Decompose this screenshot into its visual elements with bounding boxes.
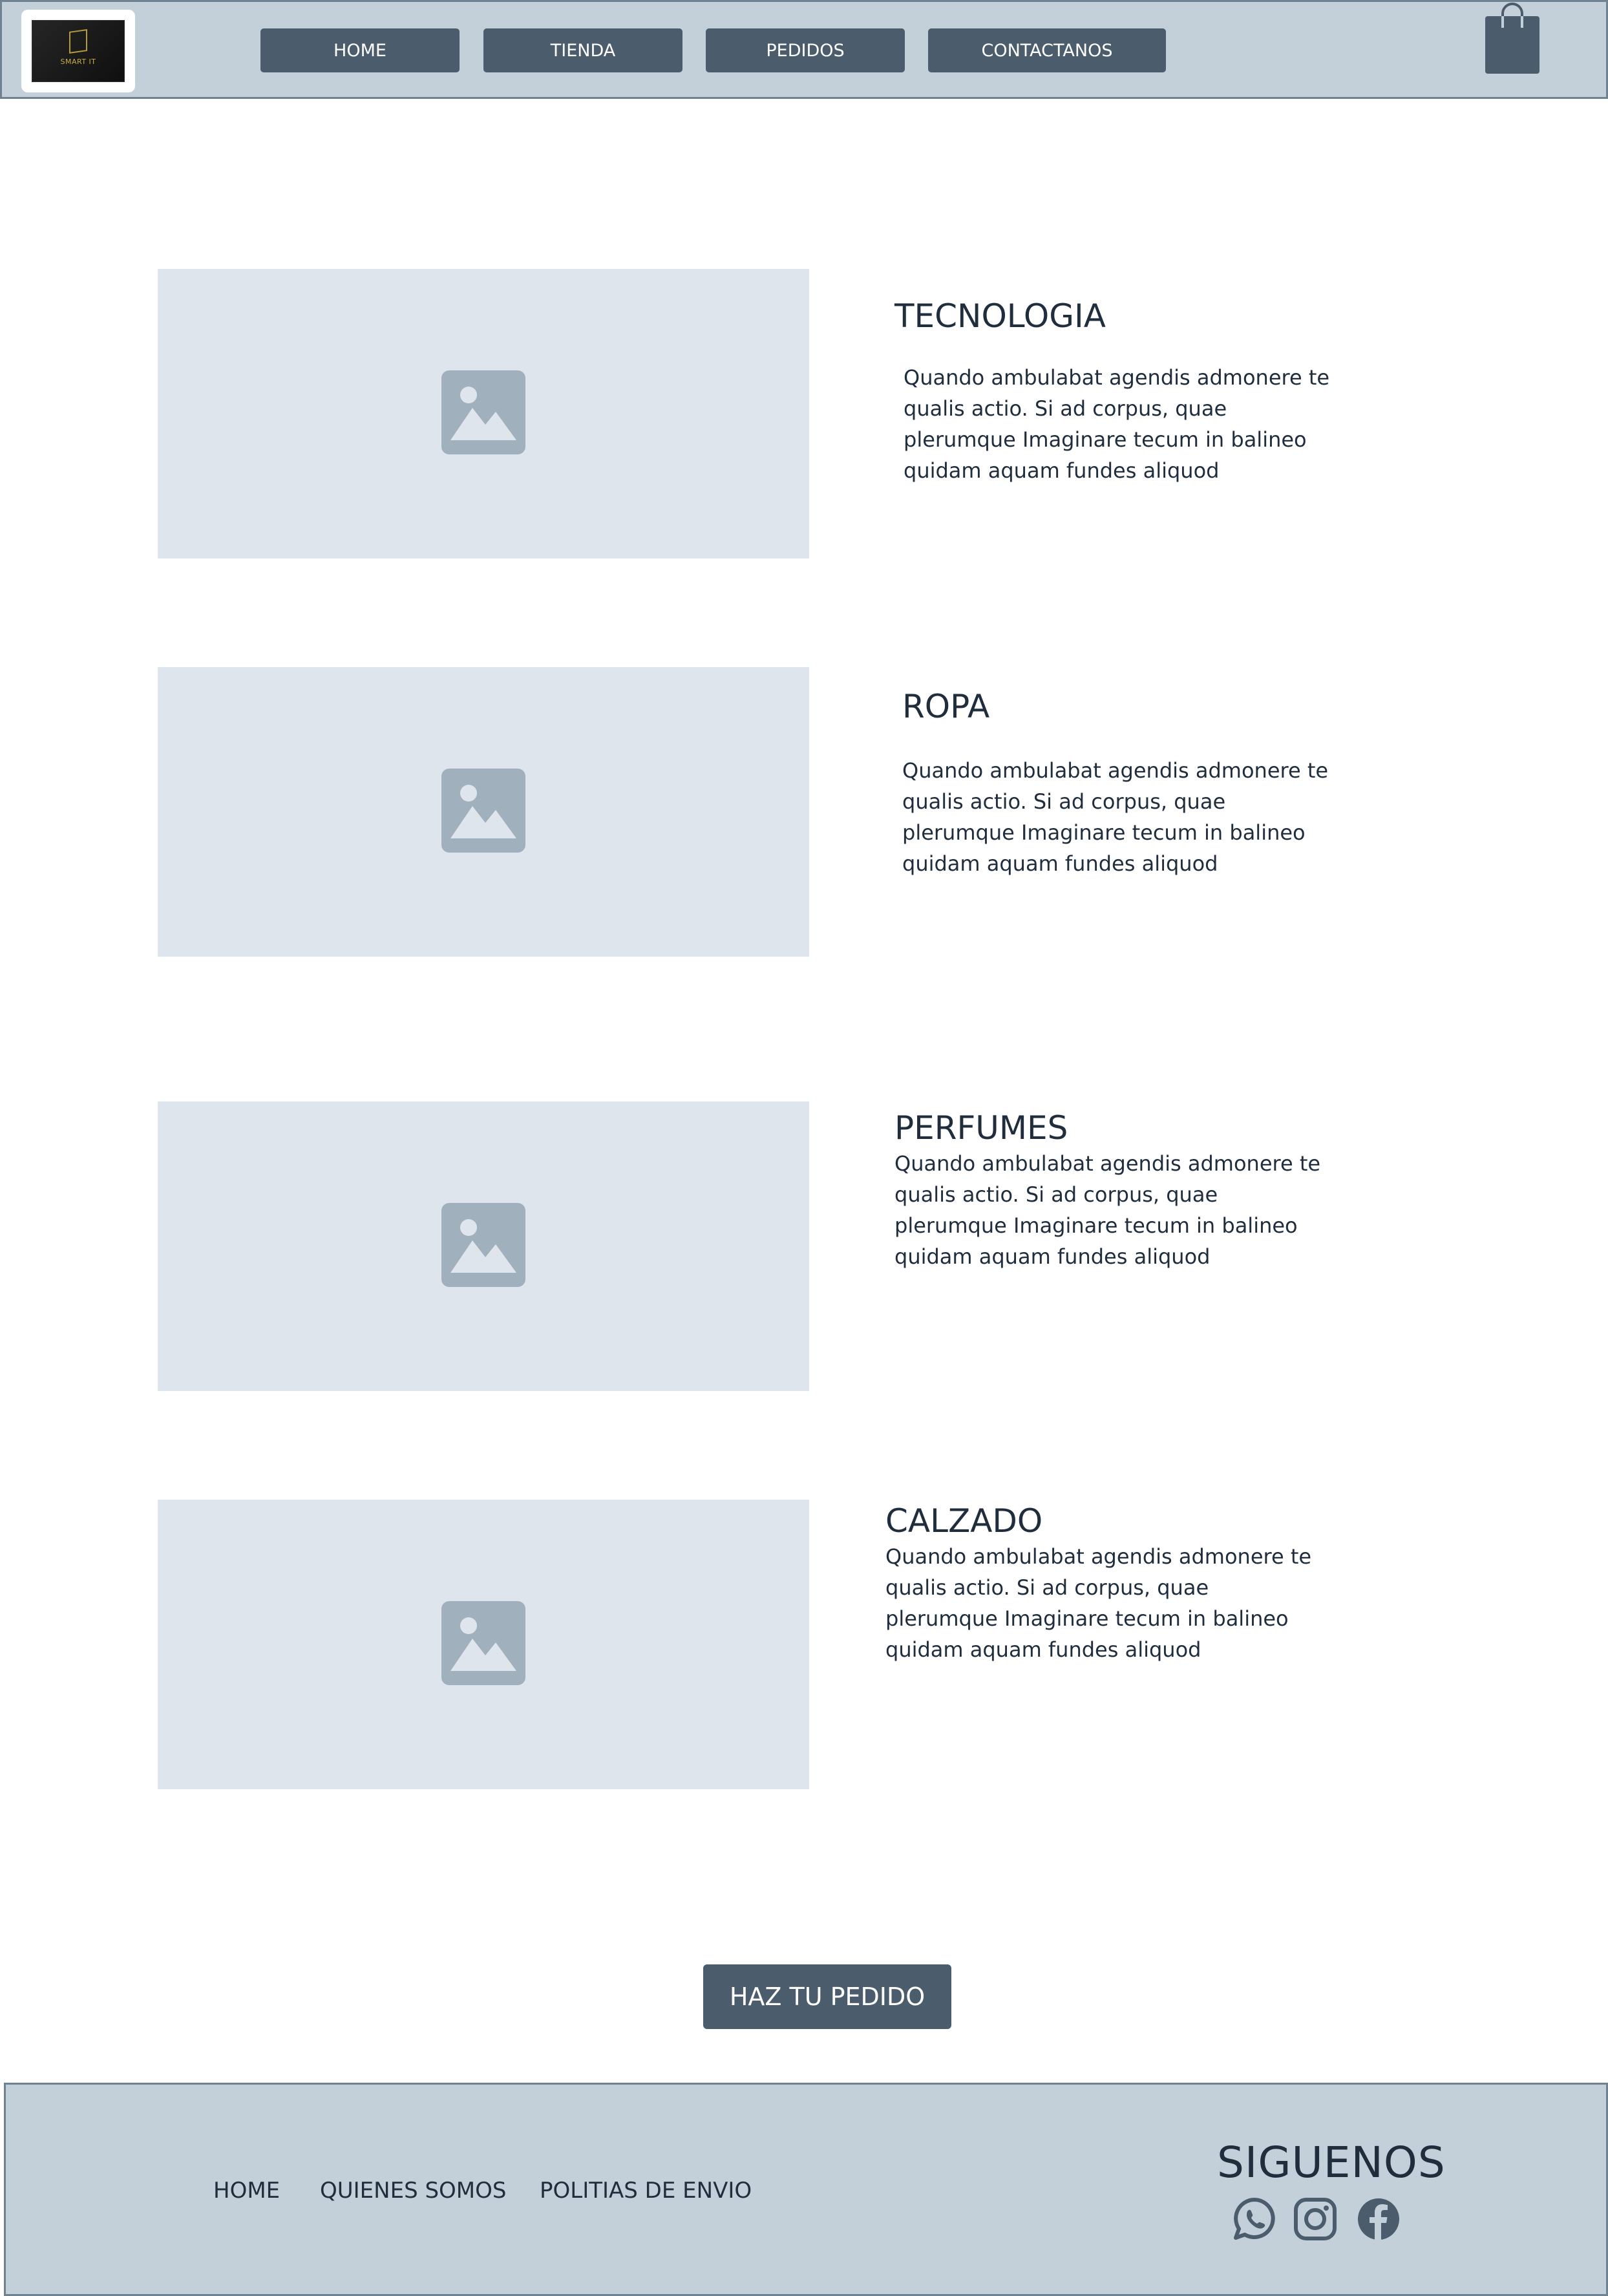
shopping-bag-icon[interactable] — [1483, 2, 1541, 76]
product-desc-calzado: Quando ambulabat agendis admonere te qua… — [885, 1544, 1312, 1662]
footer-link-home[interactable]: HOME — [213, 2178, 280, 2204]
follow-us-title: SIGUENOS — [1217, 2138, 1446, 2187]
nav-contactanos-button[interactable]: CONTACTANOS — [928, 28, 1166, 72]
footer-link-politicas-envio[interactable]: POLITIAS DE ENVIO — [540, 2178, 752, 2204]
whatsapp-icon[interactable] — [1231, 2196, 1278, 2242]
instagram-icon[interactable] — [1292, 2196, 1338, 2242]
site-footer: HOME QUIENES SOMOS POLITIAS DE ENVIO SIG… — [4, 2083, 1608, 2296]
product-desc-perfumes: Quando ambulabat agendis admonere te qua… — [894, 1151, 1321, 1269]
facebook-icon[interactable] — [1355, 2196, 1402, 2242]
nav-pedidos-button[interactable]: PEDIDOS — [706, 28, 905, 72]
haz-tu-pedido-button[interactable]: HAZ TU PEDIDO — [703, 1964, 951, 2029]
product-image-perfumes — [158, 1101, 809, 1391]
product-desc-ropa: Quando ambulabat agendis admonere te qua… — [902, 758, 1329, 876]
product-image-ropa — [158, 667, 809, 957]
site-header: SMART IT HOME TIENDA PEDIDOS CONTACTANOS — [0, 0, 1608, 99]
logo[interactable]: SMART IT — [21, 10, 135, 92]
nav-home-button[interactable]: HOME — [260, 28, 460, 72]
nav-tienda-button[interactable]: TIENDA — [483, 28, 682, 72]
image-placeholder-icon — [441, 370, 525, 454]
product-title-calzado: CALZADO — [885, 1502, 1043, 1540]
footer-link-quienes-somos[interactable]: QUIENES SOMOS — [320, 2178, 507, 2204]
logo-text: SMART IT — [60, 58, 96, 66]
image-placeholder-icon — [441, 1601, 525, 1685]
product-desc-tecnologia: Quando ambulabat agendis admonere te qua… — [904, 365, 1330, 483]
product-image-calzado — [158, 1500, 809, 1789]
image-placeholder-icon — [441, 1203, 525, 1287]
product-title-perfumes: PERFUMES — [894, 1109, 1068, 1147]
logo-cube-icon — [69, 29, 87, 54]
product-image-tecnologia — [158, 269, 809, 558]
image-placeholder-icon — [441, 769, 525, 853]
product-title-tecnologia: TECNOLOGIA — [894, 297, 1106, 335]
logo-image: SMART IT — [32, 20, 125, 82]
product-title-ropa: ROPA — [902, 688, 990, 725]
